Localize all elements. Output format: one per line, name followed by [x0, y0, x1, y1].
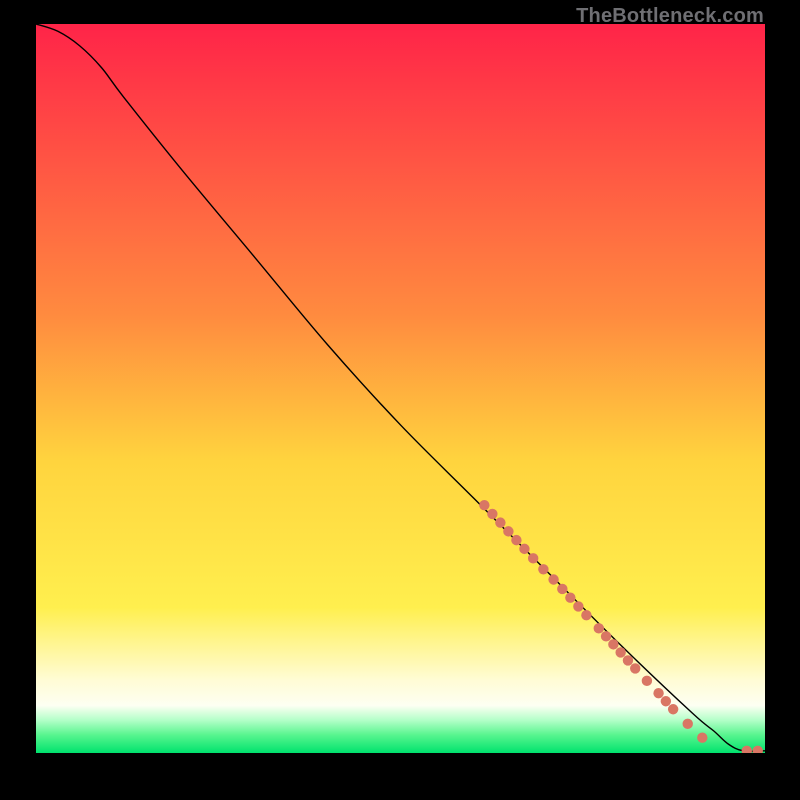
scatter-dot: [511, 535, 521, 545]
scatter-dot: [608, 639, 618, 649]
scatter-dot: [548, 574, 558, 584]
chart-svg: [36, 24, 765, 753]
scatter-dot: [601, 631, 611, 641]
scatter-dot: [697, 732, 707, 742]
scatter-dot: [630, 663, 640, 673]
watermark-text: TheBottleneck.com: [576, 5, 764, 28]
scatter-dot: [615, 647, 625, 657]
scatter-dot: [683, 719, 693, 729]
scatter-dot: [623, 655, 633, 665]
scatter-dot: [661, 696, 671, 706]
scatter-dot: [565, 593, 575, 603]
scatter-dot: [538, 564, 548, 574]
scatter-dot: [581, 610, 591, 620]
scatter-dot: [668, 704, 678, 714]
gradient-background: [36, 24, 765, 753]
scatter-dot: [487, 509, 497, 519]
scatter-dot: [495, 517, 505, 527]
scatter-dot: [503, 526, 513, 536]
scatter-dot: [594, 623, 604, 633]
scatter-dot: [528, 553, 538, 563]
scatter-dot: [557, 584, 567, 594]
scatter-dot: [573, 601, 583, 611]
chart-plot-area: [36, 24, 765, 753]
scatter-dot: [642, 676, 652, 686]
scatter-dot: [519, 544, 529, 554]
scatter-dot: [653, 688, 663, 698]
scatter-dot: [479, 500, 489, 510]
